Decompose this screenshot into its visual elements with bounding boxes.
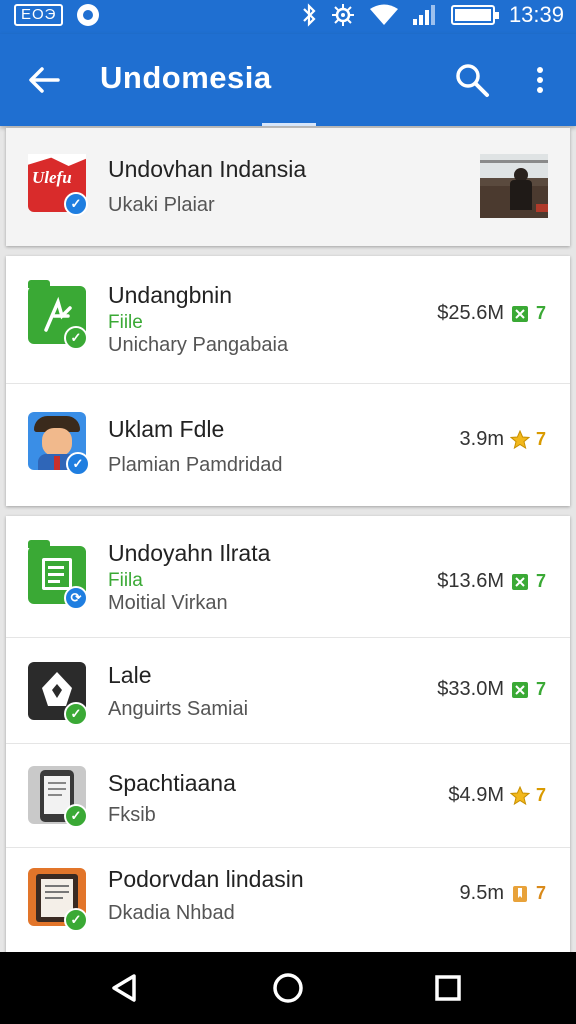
list-item-meta: 9.5m 7 — [460, 882, 546, 905]
list-item-count: 7 — [535, 571, 546, 591]
list-item-subtitle: Anguirts Samiai — [108, 698, 249, 720]
book-icon — [511, 573, 528, 590]
home-circle-icon[interactable] — [270, 970, 306, 1006]
list-item-title: Undangbnin — [108, 282, 233, 308]
verified-badge-icon: ✓ — [64, 192, 88, 216]
featured-thumbnail — [480, 154, 548, 218]
tab-indicator — [262, 123, 316, 126]
more-vert-icon[interactable] — [528, 60, 552, 100]
recents-square-icon[interactable] — [430, 970, 466, 1006]
featured-title: Undovhan Indansia — [108, 156, 307, 182]
list-item-subtitle: Plamian Pamdridad — [108, 454, 283, 476]
list-item-size: 3.9m — [459, 428, 504, 450]
page-title: Undomesia — [100, 60, 272, 95]
status-box: ЕОЭ — [14, 4, 64, 26]
list-item-title: Lale — [108, 662, 152, 688]
list-item-count: 7 — [535, 679, 546, 699]
folder-doc-icon: ⟳ — [28, 540, 88, 610]
notification-icon — [77, 4, 100, 26]
list-item[interactable]: ✓ Podorvdan lindasin Dkadia Nhbad 9.5m 7 — [6, 848, 570, 954]
list-item[interactable]: ✓ Lale Anguirts Samiai $33.0M 7 — [6, 638, 570, 744]
list-item-subtitle: Dkadia Nhbad — [108, 902, 235, 924]
verified-badge-icon: ⟳ — [64, 586, 88, 610]
folder-icon: ✓ — [28, 280, 88, 350]
verified-badge-icon: ✓ — [66, 452, 90, 476]
back-arrow-icon[interactable] — [24, 60, 64, 100]
list-item-count: 7 — [535, 883, 546, 903]
bluetooth-icon — [303, 3, 316, 27]
featured-app-icon: Ulefu ✓ — [28, 154, 88, 216]
status-time: 13:39 — [508, 2, 564, 27]
verified-badge-icon: ✓ — [64, 804, 88, 828]
list-item-file: Fiila — [108, 570, 143, 591]
list-item-count: 7 — [535, 429, 546, 449]
list-item[interactable]: ✓ Undangbnin Fiile Unichary Pangabaia $2… — [6, 256, 570, 384]
back-triangle-icon[interactable] — [106, 970, 142, 1006]
app-list-card: ✓ Undangbnin Fiile Unichary Pangabaia $2… — [6, 256, 570, 506]
list-item-size: $25.6M — [437, 302, 504, 324]
list-item-meta: 3.9m 7 — [460, 428, 546, 451]
verified-badge-icon: ✓ — [64, 326, 88, 350]
list-item-size: $4.9M — [448, 784, 504, 806]
list-item-count: 7 — [535, 303, 546, 323]
star-icon — [509, 785, 530, 805]
settings-sync-icon — [331, 4, 354, 26]
search-icon[interactable] — [452, 60, 492, 100]
list-item-file: Fiile — [108, 312, 143, 333]
app-bar: Undomesia — [0, 34, 576, 126]
list-item-size: $33.0M — [437, 678, 504, 700]
featured-icon-text: Ulefu — [32, 168, 72, 187]
signal-icon — [412, 5, 437, 25]
wifi-icon — [369, 4, 398, 25]
ebook-icon: ✓ — [28, 868, 88, 932]
avatar-icon: ✓ — [28, 412, 90, 476]
list-item-size: $13.6M — [437, 570, 504, 592]
list-item[interactable]: ⟳ Undoyahn Ilrata Fiila Moitial Virkan $… — [6, 516, 570, 638]
list-item-count: 7 — [535, 785, 546, 805]
book-icon — [511, 305, 528, 322]
list-item-subtitle: Fksib — [108, 804, 156, 826]
phone-icon: ✓ — [28, 766, 88, 828]
list-item-title: Spachtiaana — [108, 770, 236, 796]
list-item-size: 9.5m — [459, 882, 504, 904]
bookmark-icon — [512, 885, 527, 902]
list-item-title: Uklam Fdle — [108, 416, 225, 442]
list-item[interactable]: ✓ Spachtiaana Fksib $4.9M 7 — [6, 744, 570, 848]
system-nav-bar — [0, 952, 576, 1024]
list-item-subtitle: Moitial Virkan — [108, 592, 228, 614]
list-item-meta: $13.6M 7 — [437, 570, 546, 593]
list-item-meta: $4.9M 7 — [448, 784, 546, 807]
dark-app-icon: ✓ — [28, 662, 88, 726]
featured-subtitle: Ukaki Plaiar — [108, 194, 215, 216]
list-item-title: Podorvdan lindasin — [108, 866, 304, 892]
list-item-meta: $33.0M 7 — [437, 678, 546, 701]
featured-card[interactable]: Ulefu ✓ Undovhan Indansia Ukaki Plaiar — [6, 128, 570, 246]
verified-badge-icon: ✓ — [64, 908, 88, 932]
verified-badge-icon: ✓ — [64, 702, 88, 726]
status-bar: ЕОЭ 13:39 — [0, 0, 576, 34]
list-item[interactable]: ✓ Uklam Fdle Plamian Pamdridad 3.9m 7 — [6, 384, 570, 506]
book-icon — [511, 681, 528, 698]
app-list-card: ⟳ Undoyahn Ilrata Fiila Moitial Virkan $… — [6, 516, 570, 956]
list-item-meta: $25.6M 7 — [437, 302, 546, 325]
star-icon — [509, 429, 530, 449]
list-item-subtitle: Unichary Pangabaia — [108, 334, 289, 356]
battery-icon — [450, 5, 499, 25]
list-item-title: Undoyahn Ilrata — [108, 540, 271, 566]
